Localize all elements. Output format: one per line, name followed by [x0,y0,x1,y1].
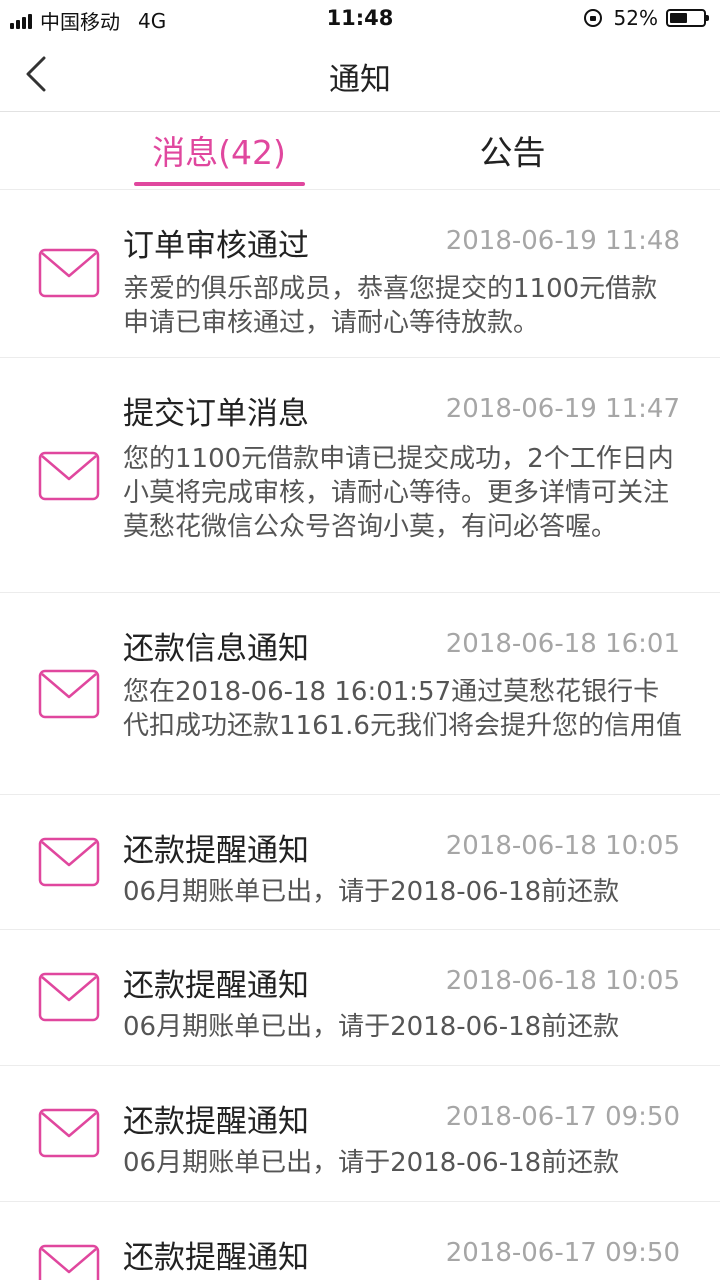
mail-envelope-icon [38,972,100,1022]
mail-envelope-icon [38,248,100,298]
status-bar: 中国移动 4G 11:48 52% [0,0,720,40]
notification-body: 您的1100元借款申请已提交成功，2个工作日内小莫将完成审核，请耐心等待。更多详… [123,444,674,542]
mail-envelope-icon [38,669,100,719]
notification-title: 订单审核通过 [123,228,309,264]
notification-body: 您在2018-06-18 16:01:57通过莫愁花银行卡代扣成功还款1161.… [123,677,682,741]
notification-title: 还款提醒通知 [123,1104,309,1140]
notification-time: 2018-06-18 10:05 [445,831,680,861]
battery-percent: 52% [613,6,658,30]
notification-title: 还款提醒通知 [123,1240,309,1276]
tab-announcements[interactable]: 公告 [440,126,585,174]
status-right: 52% [583,6,709,30]
mail-envelope-icon [38,837,100,887]
notification-time: 2018-06-18 16:01 [445,629,680,659]
notification-item[interactable]: 还款信息通知 2018-06-18 16:01 您在2018-06-18 16:… [0,593,720,795]
notification-body: 06月期账单已出，请于2018-06-18前还款 [123,877,620,907]
notification-item[interactable]: 还款提醒通知 2018-06-18 10:05 06月期账单已出，请于2018-… [0,930,720,1066]
active-tab-indicator [134,182,305,186]
notification-item[interactable]: 还款提醒通知 2018-06-17 09:50 [0,1202,720,1280]
mail-envelope-icon [38,1244,100,1280]
tab-bar: 消息(42) 公告 [0,112,720,190]
notification-item[interactable]: 订单审核通过 2018-06-19 11:48 亲爱的俱乐部成员，恭喜您提交的1… [0,190,720,358]
mail-envelope-icon [38,1108,100,1158]
notification-list: 订单审核通过 2018-06-19 11:48 亲爱的俱乐部成员，恭喜您提交的1… [0,190,720,1280]
notification-body: 06月期账单已出，请于2018-06-18前还款 [123,1148,620,1178]
notification-item[interactable]: 还款提醒通知 2018-06-17 09:50 06月期账单已出，请于2018-… [0,1066,720,1202]
notification-time: 2018-06-18 10:05 [445,966,680,996]
nav-bar: 通知 [0,40,720,112]
notification-time: 2018-06-19 11:48 [445,226,680,256]
notification-body: 06月期账单已出，请于2018-06-18前还款 [123,1012,620,1042]
notification-time: 2018-06-17 09:50 [445,1238,680,1268]
tab-messages[interactable]: 消息(42) [134,126,304,174]
battery-icon [666,9,709,27]
notification-time: 2018-06-19 11:47 [445,394,680,424]
mail-envelope-icon [38,451,100,501]
notification-item[interactable]: 还款提醒通知 2018-06-18 10:05 06月期账单已出，请于2018-… [0,795,720,930]
notification-title: 提交订单消息 [123,396,309,432]
notification-item[interactable]: 提交订单消息 2018-06-19 11:47 您的1100元借款申请已提交成功… [0,358,720,593]
notification-title: 还款信息通知 [123,631,309,667]
page-title: 通知 [329,62,391,98]
battery-fill [670,13,687,23]
notification-body: 亲爱的俱乐部成员，恭喜您提交的1100元借款申请已审核通过，请耐心等待放款。 [123,274,658,338]
notification-title: 还款提醒通知 [123,833,309,869]
notification-title: 还款提醒通知 [123,968,309,1004]
notification-time: 2018-06-17 09:50 [445,1102,680,1132]
rotation-lock-icon [583,9,602,27]
